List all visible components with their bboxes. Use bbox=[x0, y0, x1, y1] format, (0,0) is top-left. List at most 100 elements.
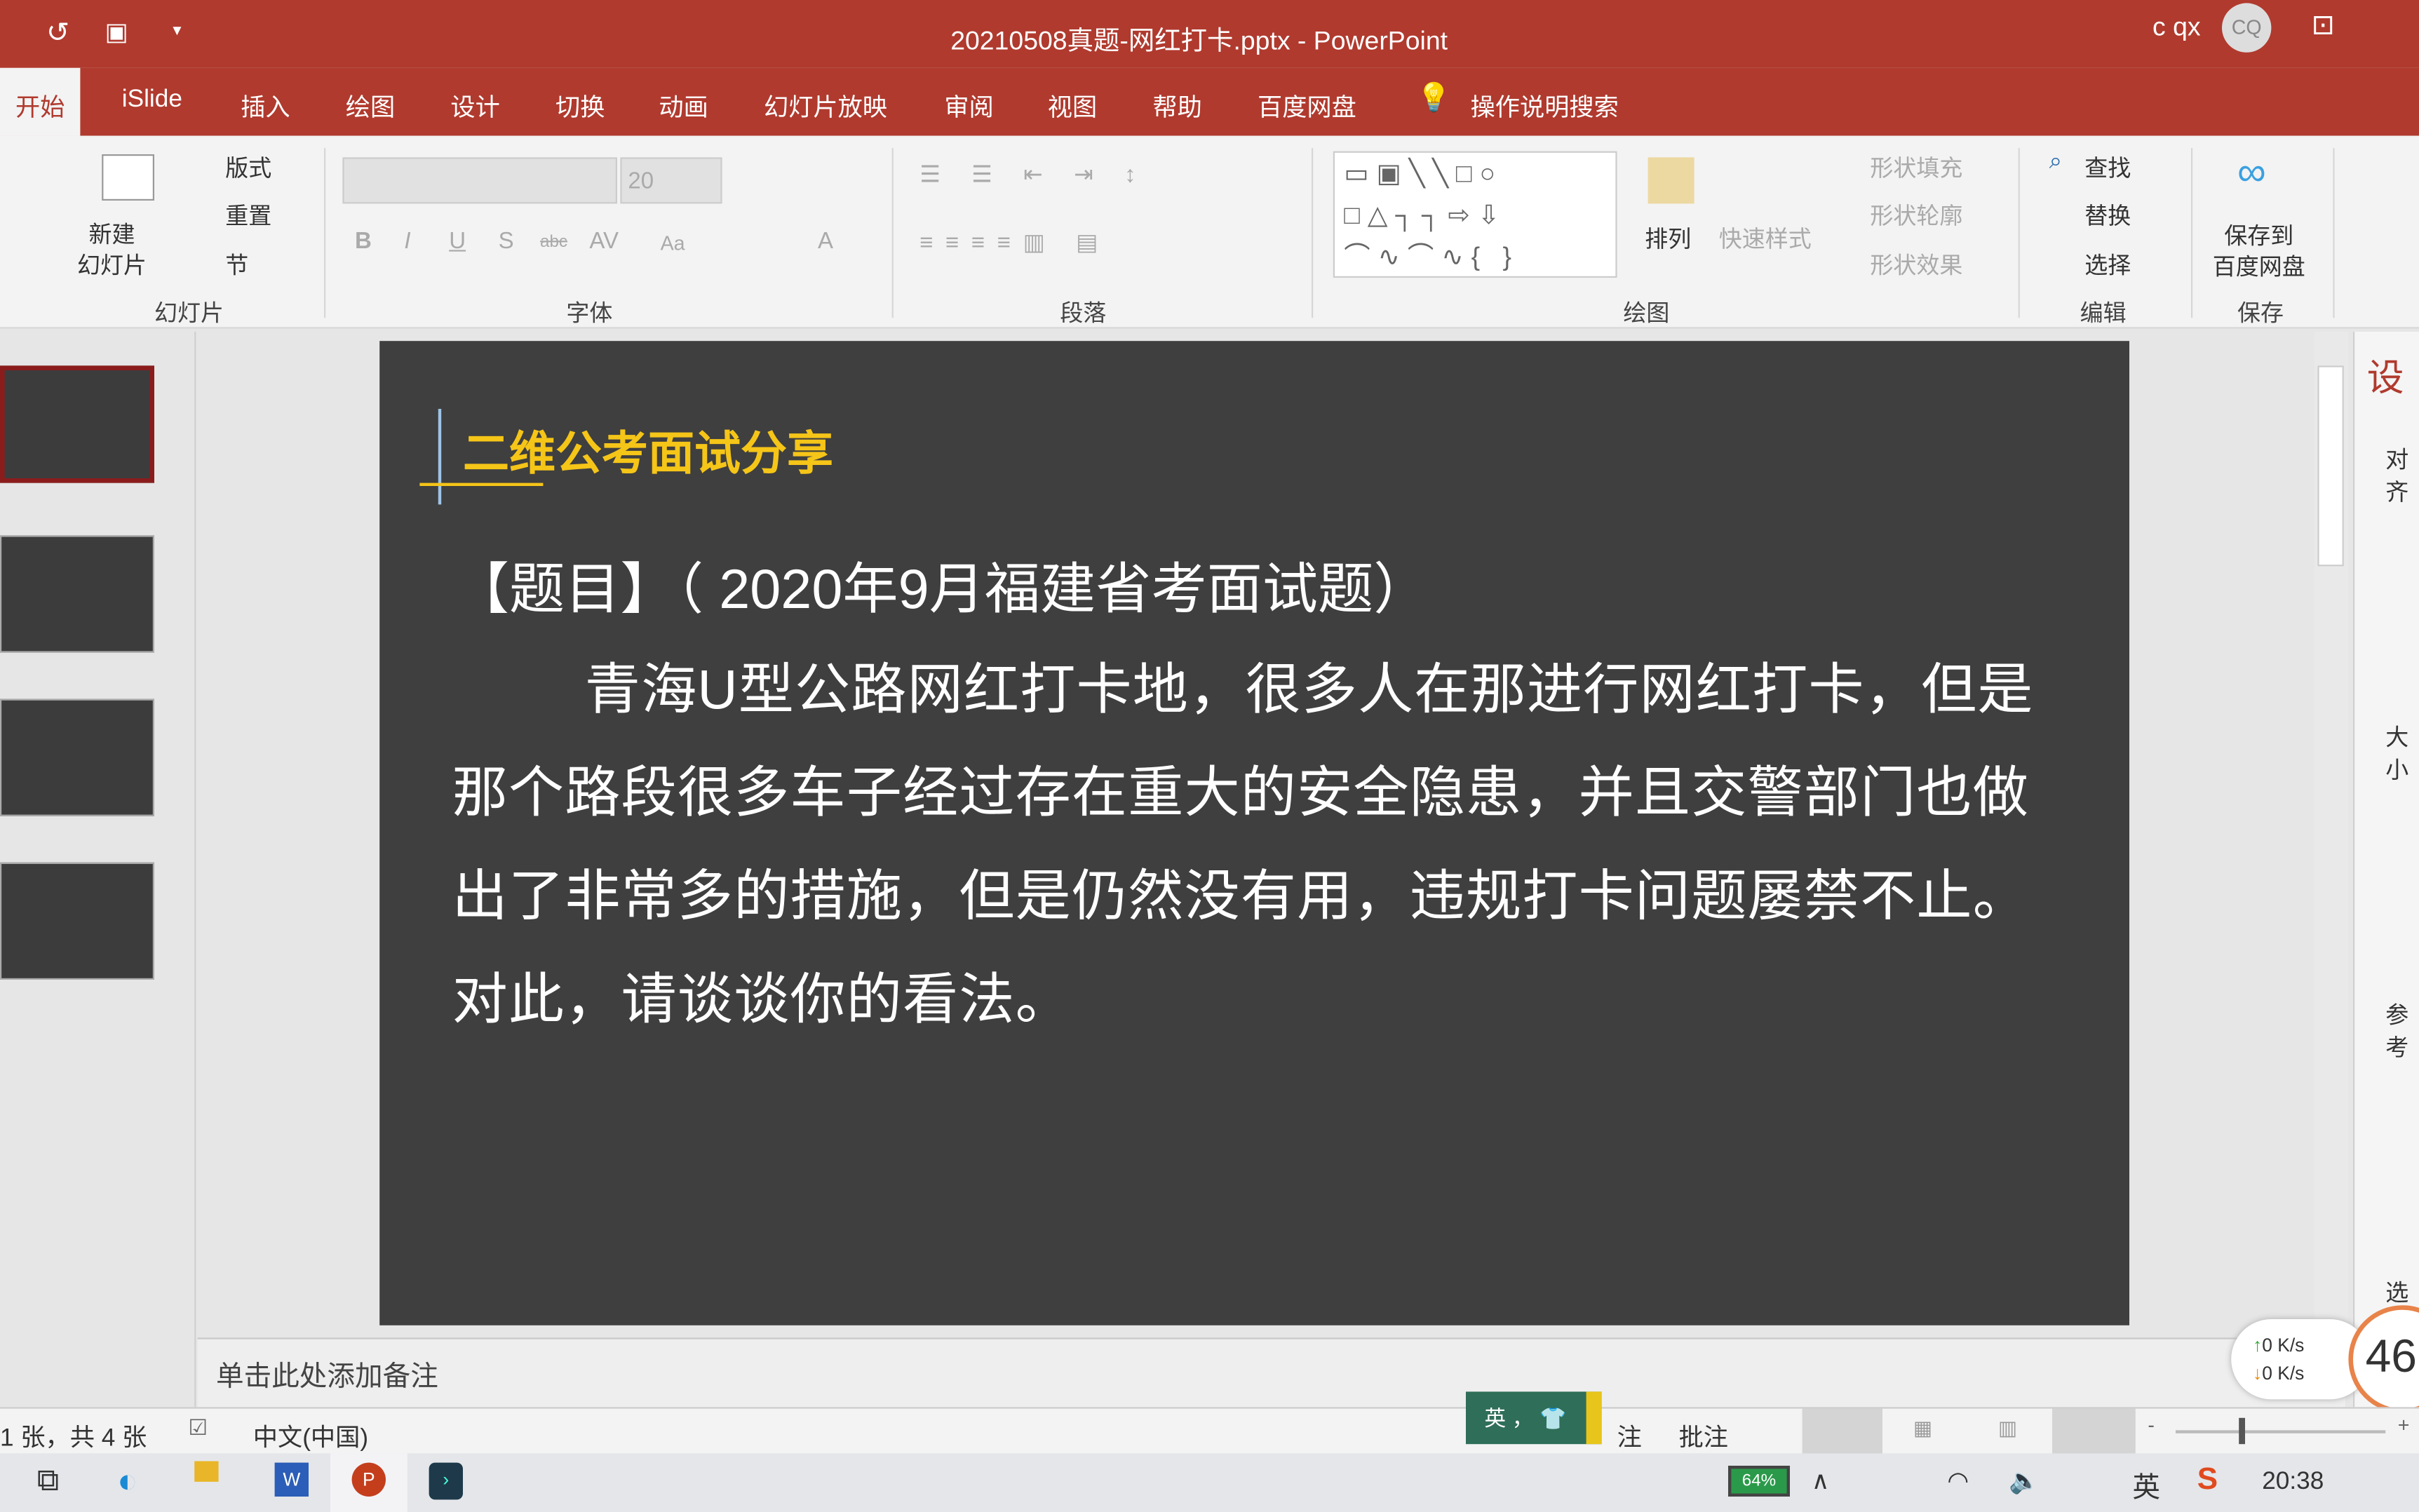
group-label-paragraph: 段落 bbox=[1060, 301, 1107, 328]
change-case-button[interactable]: Aa bbox=[661, 231, 685, 255]
layout-button[interactable]: 版式 bbox=[225, 151, 271, 184]
reading-view-button[interactable]: ▥ bbox=[1998, 1417, 2017, 1441]
ribbon-display-icon[interactable]: ⊡ bbox=[2312, 9, 2335, 41]
window-title: 20210508真题-网红打卡.pptx - PowerPoint bbox=[950, 26, 1448, 56]
shadow-button[interactable]: S bbox=[499, 229, 514, 255]
shape-effects-button[interactable]: 形状效果 bbox=[1870, 248, 1962, 281]
group-label-save: 保存 bbox=[2237, 301, 2284, 328]
reset-button[interactable]: 重置 bbox=[225, 199, 271, 231]
select-button[interactable]: 选择 bbox=[2084, 248, 2131, 281]
font-name-input[interactable] bbox=[342, 157, 617, 204]
zoom-in-button[interactable]: + bbox=[2398, 1413, 2410, 1436]
customize-qat-icon[interactable]: ▾ bbox=[173, 20, 181, 40]
shape-outline-button[interactable]: 形状轮廓 bbox=[1870, 199, 1962, 231]
slide-thumbnail-1[interactable] bbox=[0, 365, 154, 483]
avatar[interactable]: CQ bbox=[2222, 3, 2272, 53]
replace-button[interactable]: 替换 bbox=[2084, 199, 2131, 231]
notes-button[interactable]: 注 bbox=[1617, 1417, 1642, 1454]
find-button[interactable]: 查找 bbox=[2084, 151, 2131, 184]
slide-thumbnail-4[interactable] bbox=[0, 862, 154, 980]
tab-help[interactable]: 帮助 bbox=[1152, 86, 1201, 123]
spellcheck-icon[interactable]: ☑ bbox=[188, 1415, 208, 1440]
align-icons[interactable]: ≡≡≡≡▥ ▤ bbox=[919, 229, 1110, 256]
shape-fill-button[interactable]: 形状填充 bbox=[1870, 151, 1962, 184]
tab-design[interactable]: 设计 bbox=[450, 86, 499, 123]
italic-button[interactable]: I bbox=[404, 229, 410, 255]
scrollbar-thumb[interactable] bbox=[2317, 365, 2344, 567]
clock[interactable]: 20:38 bbox=[2262, 1469, 2324, 1497]
slideshow-icon[interactable]: ▣ bbox=[105, 17, 128, 48]
tab-islide[interactable]: iSlide bbox=[122, 86, 182, 114]
zoom-slider[interactable] bbox=[2176, 1430, 2386, 1433]
arrange-icon bbox=[1648, 157, 1694, 204]
task-view-icon[interactable]: ⧉ bbox=[37, 1464, 59, 1500]
tab-home[interactable]: 开始 bbox=[0, 67, 81, 136]
group-label-editing: 编辑 bbox=[2080, 301, 2127, 328]
ime-toolbar[interactable]: 英 ， 👕 bbox=[1466, 1391, 1602, 1445]
new-slide-button[interactable]: 新建 幻灯片 bbox=[77, 221, 147, 283]
slideshow-view-button[interactable] bbox=[2052, 1408, 2136, 1455]
pane-section-align: 对齐 bbox=[2385, 447, 2409, 506]
normal-view-button[interactable] bbox=[1802, 1408, 1882, 1455]
tab-slideshow[interactable]: 幻灯片放映 bbox=[764, 86, 887, 123]
shapes-gallery[interactable]: ▭▣╲╲□○ □△┐┐⇨⇩ ⌒∿⌒∿{ } bbox=[1333, 151, 1617, 278]
ime-indicator[interactable]: 英 bbox=[2132, 1466, 2160, 1506]
tell-me-search[interactable]: 操作说明搜索 bbox=[1471, 86, 1619, 123]
tab-transitions[interactable]: 切换 bbox=[555, 86, 605, 123]
bullets-icon[interactable]: ☰ ☰ ⇤ ⇥ ↕ bbox=[919, 161, 1148, 188]
tab-view[interactable]: 视图 bbox=[1048, 86, 1097, 123]
tab-draw[interactable]: 绘图 bbox=[346, 86, 395, 123]
font-size-input[interactable]: 20 bbox=[620, 157, 722, 204]
notes-pane[interactable]: 单击此处添加备注 bbox=[197, 1337, 2345, 1408]
status-bar: 1 张，共 4 张 ☑ 中文(中国) 英 ， 👕 注 批注 ▦ ▥ - + bbox=[0, 1391, 2419, 1455]
user-name[interactable]: c qx bbox=[2152, 13, 2201, 43]
language-indicator[interactable]: 中文(中国) bbox=[253, 1417, 368, 1454]
tab-review[interactable]: 审阅 bbox=[944, 86, 993, 123]
slide-heading: 二维公考面试分享 bbox=[463, 428, 833, 480]
slide-thumbnail-2[interactable] bbox=[0, 535, 154, 653]
slide-sorter-button[interactable]: ▦ bbox=[1913, 1417, 1932, 1441]
sogou-icon[interactable]: S bbox=[2197, 1463, 2218, 1499]
quick-styles-button[interactable]: 快速样式 bbox=[1719, 222, 1812, 255]
volume-icon[interactable]: 🔈 bbox=[2009, 1466, 2040, 1497]
arrange-button[interactable]: 排列 bbox=[1645, 222, 1691, 255]
pane-section-reference: 参考 bbox=[2385, 1003, 2409, 1062]
section-button[interactable]: 节 bbox=[225, 248, 248, 281]
windows-taskbar: ⧉ ◐ ▀ W P › 64% ∧ ◠ 🔈 英 S 20:38 bbox=[0, 1453, 2419, 1512]
bold-button[interactable]: B bbox=[355, 229, 372, 255]
upload-speed: 0 K/s bbox=[2262, 1335, 2305, 1356]
axis-horizontal-arrow bbox=[419, 482, 544, 486]
ime-mode[interactable]: 英 bbox=[1484, 1405, 1506, 1430]
save-to-baidu-button[interactable]: 保存到 百度网盘 bbox=[2213, 222, 2305, 284]
zoom-out-button[interactable]: - bbox=[2148, 1413, 2155, 1436]
undo-icon[interactable]: ↺ bbox=[46, 17, 69, 49]
tab-baidu[interactable]: 百度网盘 bbox=[1258, 86, 1356, 123]
group-label-slides: 幻灯片 bbox=[154, 301, 224, 328]
app-icon[interactable]: › bbox=[429, 1462, 463, 1500]
axis-vertical-line bbox=[438, 409, 442, 505]
format-pane: 设 对齐 大小 参考 选择 bbox=[2353, 332, 2419, 1408]
vertical-scrollbar[interactable] bbox=[2314, 332, 2349, 1338]
group-label-drawing: 绘图 bbox=[1623, 301, 1670, 328]
format-pane-title: 设 bbox=[2366, 358, 2404, 400]
show-hidden-icons[interactable]: ∧ bbox=[1812, 1466, 1830, 1497]
battery-indicator[interactable]: 64% bbox=[1728, 1466, 1790, 1497]
notes-placeholder[interactable]: 单击此处添加备注 bbox=[216, 1355, 438, 1395]
comments-button[interactable]: 批注 bbox=[1679, 1417, 1728, 1454]
underline-button[interactable]: U bbox=[449, 229, 466, 255]
wifi-icon[interactable]: ◠ bbox=[1947, 1466, 1969, 1497]
ribbon-content: 新建 幻灯片 版式 重置 节 幻灯片 20 B I U S abc AV Aa … bbox=[0, 136, 2419, 329]
tab-animations[interactable]: 动画 bbox=[659, 86, 708, 123]
slide-thumbnail-3[interactable] bbox=[0, 698, 154, 816]
file-explorer-icon[interactable]: ▀ bbox=[194, 1461, 218, 1501]
slide-canvas[interactable]: 二维公考面试分享 【题目】（ 2020年9月福建省考面试题） 青海U型公路网红打… bbox=[379, 341, 2130, 1325]
strikethrough-button[interactable]: abc bbox=[540, 233, 567, 251]
tab-insert[interactable]: 插入 bbox=[241, 86, 290, 123]
char-spacing-button[interactable]: AV bbox=[589, 229, 619, 255]
powerpoint-icon[interactable]: P bbox=[351, 1462, 386, 1497]
font-color-button[interactable]: A bbox=[818, 229, 833, 255]
zoom-slider-thumb[interactable] bbox=[2239, 1417, 2245, 1445]
word-icon[interactable]: W bbox=[274, 1462, 309, 1497]
thumbnail-pane[interactable] bbox=[0, 332, 196, 1408]
edge-icon[interactable]: ◐ bbox=[117, 1461, 137, 1501]
